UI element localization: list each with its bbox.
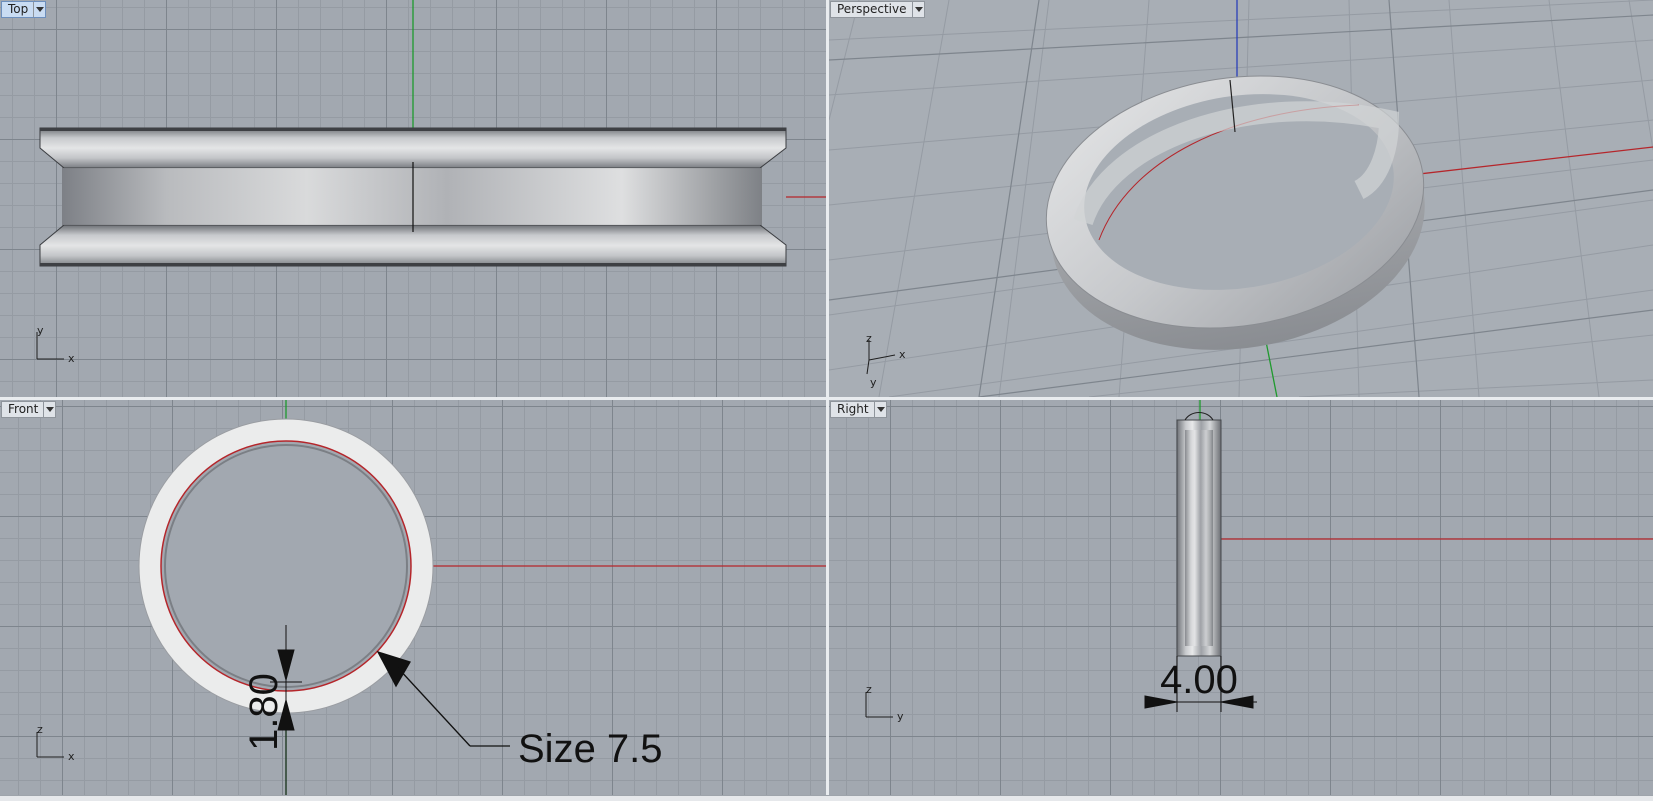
axis-label-z: z bbox=[866, 332, 872, 345]
viewport-tab-perspective[interactable]: Perspective bbox=[830, 1, 925, 18]
axis-label-y: y bbox=[897, 710, 904, 723]
viewport-splitter-horizontal[interactable] bbox=[0, 397, 1653, 400]
size-leader bbox=[376, 650, 510, 747]
viewport-tab-right[interactable]: Right bbox=[830, 401, 887, 418]
dropdown-arrow-icon[interactable] bbox=[911, 2, 924, 17]
annotation-ring-size: Size 7.5 bbox=[518, 727, 663, 771]
axis-label-y: y bbox=[870, 376, 877, 389]
viewport-label: Front bbox=[8, 402, 39, 416]
viewport-right[interactable]: Right 4.00 z y bbox=[829, 400, 1653, 795]
axis-label-x: x bbox=[68, 352, 75, 365]
front-scene: 1.80 Size 7.5 z x bbox=[36, 400, 826, 795]
dimension-width: 4.00 bbox=[1160, 658, 1238, 702]
viewport-top[interactable]: Top y x bbox=[0, 0, 826, 397]
axis-label-x: x bbox=[68, 750, 75, 763]
axis-label-z: z bbox=[37, 723, 43, 736]
axis-label-z: z bbox=[866, 683, 872, 696]
dropdown-arrow-icon[interactable] bbox=[33, 2, 45, 17]
top-scene: y x bbox=[36, 0, 826, 365]
dropdown-arrow-icon[interactable] bbox=[43, 402, 55, 417]
ring-top-view bbox=[39, 127, 787, 267]
dropdown-arrow-icon[interactable] bbox=[873, 402, 886, 417]
viewport-tab-front[interactable]: Front bbox=[1, 401, 57, 418]
viewport-label: Top bbox=[8, 2, 29, 16]
viewport-front[interactable]: Front 1.80 Size 7.5 z x bbox=[0, 400, 826, 795]
viewport-label: Right bbox=[837, 402, 869, 416]
axis-label-y: y bbox=[37, 324, 44, 337]
dimension-thickness: 1.80 bbox=[242, 673, 286, 751]
axis-label-x: x bbox=[899, 348, 906, 361]
viewport-perspective[interactable]: Perspective z x y bbox=[829, 0, 1653, 397]
perspective-scene: z x y bbox=[829, 0, 1653, 397]
ring-right-view bbox=[1176, 412, 1222, 657]
viewport-tab-top[interactable]: Top bbox=[1, 1, 47, 18]
right-scene: 4.00 z y bbox=[865, 400, 1653, 723]
viewport-label: Perspective bbox=[837, 2, 907, 16]
viewport-tab-strip bbox=[0, 795, 1653, 801]
